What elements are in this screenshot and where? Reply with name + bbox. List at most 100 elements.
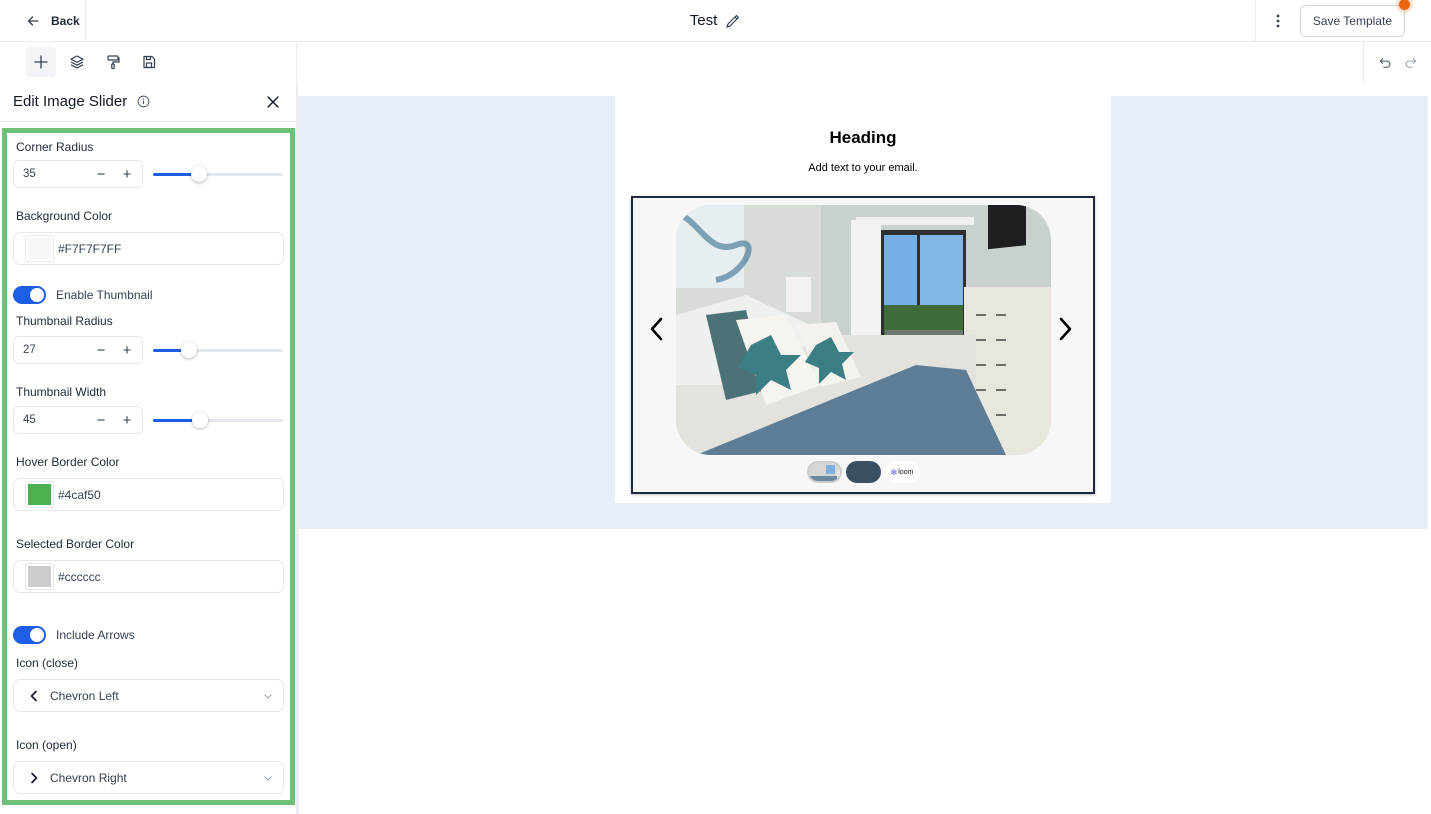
corner-radius-value[interactable]: 35 xyxy=(23,168,90,180)
loom-logo-text: loom xyxy=(898,468,914,476)
corner-radius-increment[interactable]: + xyxy=(116,164,138,184)
bedroom-photo xyxy=(676,205,1051,455)
loom-logo-icon: ✻ xyxy=(890,467,898,477)
topbar-divider xyxy=(1254,0,1256,41)
image-slider-block[interactable]: ✻ loom xyxy=(631,196,1095,494)
panel-header: Edit Image Slider xyxy=(0,82,296,122)
icon-open-value: Chevron Right xyxy=(50,770,127,785)
layers-icon xyxy=(70,55,84,69)
thumbnail-width-label: Thumbnail Width xyxy=(16,385,107,399)
save-template-button[interactable]: Save Template xyxy=(1299,0,1410,37)
hover-border-color-value[interactable]: #4caf50 xyxy=(58,488,101,502)
background-color-input[interactable]: #F7F7F7FF xyxy=(13,232,284,265)
hover-border-swatch-frame xyxy=(25,481,54,508)
info-icon[interactable] xyxy=(137,95,150,108)
enable-thumbnail-row: Enable Thumbnail xyxy=(13,285,284,305)
icon-close-select[interactable]: Chevron Left xyxy=(13,679,284,712)
thumbnail-2[interactable] xyxy=(845,461,881,483)
paint-roller-icon xyxy=(107,55,120,70)
include-arrows-label: Include Arrows xyxy=(56,628,135,642)
thumbnail-1[interactable] xyxy=(806,461,842,483)
layers-button[interactable] xyxy=(62,47,92,77)
chevron-down-icon xyxy=(264,693,272,699)
corner-radius-slider[interactable] xyxy=(153,164,283,184)
add-element-button[interactable] xyxy=(26,47,56,77)
email-body: Heading Add text to your email. ✻ loom xyxy=(615,96,1111,503)
thumbnail-width-input[interactable]: 45 − + xyxy=(13,406,143,434)
thumbnail-radius-value[interactable]: 27 xyxy=(23,344,90,356)
thumbnail-width-decrement[interactable]: − xyxy=(90,410,112,430)
include-arrows-toggle[interactable] xyxy=(13,626,46,644)
background-color-swatch-frame xyxy=(25,235,54,262)
panel-title: Edit Image Slider xyxy=(13,93,128,110)
background-color-label: Background Color xyxy=(16,209,113,223)
thumbnail-radius-label: Thumbnail Radius xyxy=(16,314,113,328)
slider-thumbnails: ✻ loom xyxy=(633,461,1093,483)
notification-dot xyxy=(1399,0,1410,10)
kebab-vertical-icon xyxy=(1276,14,1280,27)
save-template-label: Save Template xyxy=(1312,13,1392,28)
slider-thumb[interactable] xyxy=(191,412,208,428)
chevron-down-icon xyxy=(264,775,272,781)
slider-next-arrow[interactable] xyxy=(1055,316,1075,342)
selected-border-color-input[interactable]: #cccccc xyxy=(13,560,284,593)
hover-border-color-swatch[interactable] xyxy=(28,484,51,505)
corner-radius-control: 35 − + xyxy=(13,160,284,188)
corner-radius-label: Corner Radius xyxy=(16,140,94,154)
thumbnail-width-slider[interactable] xyxy=(153,410,283,430)
pencil-icon[interactable] xyxy=(725,13,741,29)
slider-main-image[interactable] xyxy=(676,205,1051,455)
thumbnail-radius-increment[interactable]: + xyxy=(116,340,138,360)
thumbnail-3[interactable]: ✻ loom xyxy=(884,461,920,483)
background-color-value[interactable]: #F7F7F7FF xyxy=(58,242,121,256)
thumbnail-radius-slider[interactable] xyxy=(153,340,283,360)
back-label: Back xyxy=(51,13,80,28)
selected-border-swatch-frame xyxy=(25,563,54,590)
redo-icon[interactable] xyxy=(1404,56,1417,69)
arrow-left-icon xyxy=(27,15,39,26)
styles-button[interactable] xyxy=(98,47,128,77)
undo-icon[interactable] xyxy=(1379,56,1392,69)
more-options-button[interactable] xyxy=(1266,9,1290,33)
bedroom-thumbnail-image xyxy=(808,463,840,481)
chevron-right-icon xyxy=(31,772,38,783)
settings-panel: Corner Radius 35 − + Background Color #F… xyxy=(2,128,295,805)
hover-border-color-label: Hover Border Color xyxy=(16,455,120,469)
thumbnail-radius-control: 27 − + xyxy=(13,336,284,364)
slider-thumb[interactable] xyxy=(190,166,207,182)
thumbnail-width-value[interactable]: 45 xyxy=(23,414,90,426)
close-icon[interactable] xyxy=(266,95,280,109)
thumbnail-radius-decrement[interactable]: − xyxy=(90,340,112,360)
floppy-disk-icon xyxy=(143,55,156,69)
toggle-knob xyxy=(30,628,44,642)
thumbnail-radius-input[interactable]: 27 − + xyxy=(13,336,143,364)
email-heading[interactable]: Heading xyxy=(615,128,1111,148)
slider-prev-arrow[interactable] xyxy=(647,316,667,342)
icon-close-value: Chevron Left xyxy=(50,688,119,703)
background-color-swatch[interactable] xyxy=(28,238,51,259)
sidebar: Edit Image Slider Corner Radius 35 − + B… xyxy=(0,42,297,814)
selected-border-color-swatch[interactable] xyxy=(28,566,51,587)
icon-close-label: Icon (close) xyxy=(16,656,79,670)
email-text[interactable]: Add text to your email. xyxy=(615,162,1111,174)
chevron-left-icon xyxy=(30,690,37,701)
selected-border-color-value[interactable]: #cccccc xyxy=(58,570,101,584)
thumbnail-width-increment[interactable]: + xyxy=(116,410,138,430)
hover-border-color-input[interactable]: #4caf50 xyxy=(13,478,284,511)
save-draft-button[interactable] xyxy=(134,47,164,77)
template-title[interactable]: Test xyxy=(690,12,718,29)
template-title-area: Test xyxy=(0,0,1431,41)
back-button[interactable]: Back xyxy=(0,0,86,41)
corner-radius-input[interactable]: 35 − + xyxy=(13,160,143,188)
include-arrows-row: Include Arrows xyxy=(13,625,284,645)
toggle-knob xyxy=(30,288,44,302)
enable-thumbnail-label: Enable Thumbnail xyxy=(56,288,153,302)
corner-radius-decrement[interactable]: − xyxy=(90,164,112,184)
icon-open-select[interactable]: Chevron Right xyxy=(13,761,284,794)
enable-thumbnail-toggle[interactable] xyxy=(13,286,46,304)
topbar-actions: Save Template xyxy=(1254,0,1431,41)
thumbnail-width-control: 45 − + xyxy=(13,406,284,434)
slider-thumb[interactable] xyxy=(181,342,198,358)
selected-border-color-label: Selected Border Color xyxy=(16,537,135,551)
history-controls xyxy=(1363,42,1431,82)
